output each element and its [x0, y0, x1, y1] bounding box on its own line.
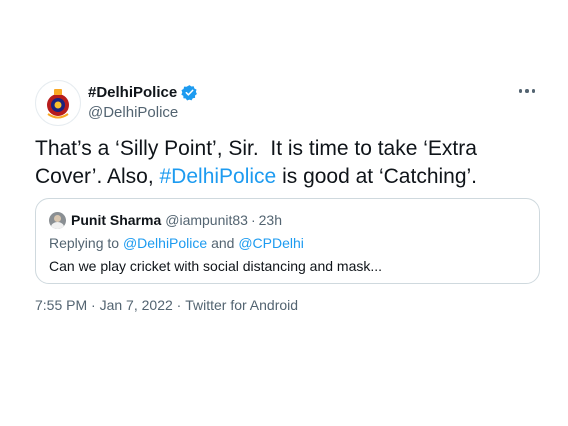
quoted-author-name[interactable]: Punit Sharma	[71, 212, 161, 228]
quoted-tweet-text: Can we play cricket with social distanci…	[49, 258, 383, 274]
delhi-police-emblem-avatar[interactable]	[35, 80, 81, 126]
verified-badge-icon	[181, 84, 198, 101]
quoted-timestamp[interactable]: 23h	[259, 212, 282, 228]
replying-to-line: Replying to @DelhiPolice and @CPDelhi	[49, 235, 304, 251]
tweet-author: #DelhiPolice @DelhiPolice	[88, 82, 198, 122]
replying-prefix: Replying to	[49, 235, 123, 251]
tweet-card: #DelhiPolice @DelhiPolice That’s a ‘Sill…	[0, 0, 568, 426]
more-options-icon[interactable]	[515, 83, 539, 99]
mention-cpdelhi[interactable]: @CPDelhi	[238, 235, 304, 251]
tweet-source: Twitter for Android	[185, 297, 299, 313]
meta-separator: ·	[87, 297, 100, 313]
tweet-date[interactable]: Jan 7, 2022	[100, 297, 173, 313]
tweet-text: That’s a ‘Silly Point’, Sir. It is time …	[35, 135, 545, 191]
tweet-text-part2: is good at ‘Catching’.	[276, 165, 478, 188]
quoted-separator: ·	[250, 212, 256, 228]
mention-delhipolice[interactable]: @DelhiPolice	[123, 235, 207, 251]
and-word: and	[207, 235, 239, 251]
quoted-author-avatar[interactable]	[49, 211, 66, 229]
quoted-author-handle[interactable]: @iampunit83	[165, 212, 248, 228]
tweet-time[interactable]: 7:55 PM	[35, 297, 87, 313]
meta-separator: ·	[172, 297, 186, 313]
quoted-tweet[interactable]: Punit Sharma @iampunit83 · 23h Replying …	[35, 198, 540, 284]
author-display-name[interactable]: #DelhiPolice	[88, 84, 177, 101]
author-handle[interactable]: @DelhiPolice	[88, 104, 198, 121]
hashtag-link[interactable]: #DelhiPolice	[160, 165, 277, 188]
tweet-metadata: 7:55 PM · Jan 7, 2022 · Twitter for Andr…	[35, 297, 298, 313]
